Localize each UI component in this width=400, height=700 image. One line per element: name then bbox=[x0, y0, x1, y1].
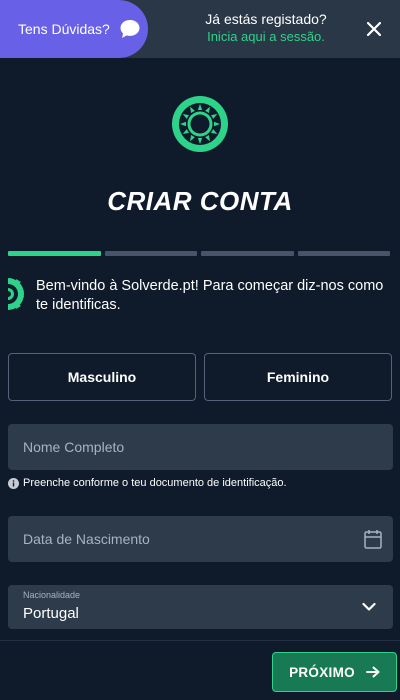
nationality-value: Portugal bbox=[23, 605, 79, 622]
name-hint-text: Preenche conforme o teu documento de ide… bbox=[23, 477, 287, 489]
sun-half-icon bbox=[8, 278, 24, 310]
next-label: PRÓXIMO bbox=[289, 664, 355, 680]
name-hint: Preenche conforme o teu documento de ide… bbox=[8, 477, 287, 489]
help-button[interactable]: Tens Dúvidas? bbox=[0, 0, 148, 58]
footer-bar: PRÓXIMO bbox=[0, 640, 400, 700]
arrow-right-icon bbox=[365, 666, 380, 678]
chat-icon bbox=[120, 20, 140, 38]
nationality-select[interactable]: Nacionalidade Portugal bbox=[8, 585, 393, 629]
full-name-input[interactable] bbox=[8, 424, 393, 470]
gender-female-button[interactable]: Feminino bbox=[204, 353, 392, 401]
login-question: Já estás registado? bbox=[205, 11, 327, 27]
nationality-label: Nacionalidade bbox=[23, 590, 81, 600]
top-bar: Tens Dúvidas? Já estás registado? Inicia… bbox=[0, 0, 400, 58]
sun-logo-icon bbox=[172, 96, 228, 152]
progress-step-1 bbox=[8, 251, 101, 256]
close-icon bbox=[367, 22, 381, 36]
full-name-field-wrapper bbox=[8, 424, 393, 470]
chevron-down-icon bbox=[362, 602, 376, 611]
help-label: Tens Dúvidas? bbox=[18, 21, 110, 37]
gender-male-button[interactable]: Masculino bbox=[8, 353, 196, 401]
progress-step-4 bbox=[297, 251, 390, 256]
login-prompt: Já estás registado? Inicia aqui a sessão… bbox=[196, 11, 336, 45]
welcome-text: Bem-vindo à Solverde.pt! Para começar di… bbox=[36, 278, 384, 313]
birthdate-input[interactable] bbox=[8, 516, 393, 562]
next-button[interactable]: PRÓXIMO bbox=[272, 652, 397, 692]
progress-step-3 bbox=[201, 251, 294, 256]
page-title: CRIAR CONTA bbox=[107, 186, 293, 216]
calendar-icon[interactable] bbox=[364, 529, 382, 549]
info-icon bbox=[8, 477, 19, 489]
progress-step-2 bbox=[104, 251, 197, 256]
close-button[interactable] bbox=[360, 15, 388, 43]
login-link[interactable]: Inicia aqui a sessão. bbox=[196, 28, 336, 45]
registration-page: Tens Dúvidas? Já estás registado? Inicia… bbox=[0, 0, 400, 700]
birthdate-field-wrapper bbox=[8, 516, 393, 562]
step-progress bbox=[8, 251, 390, 256]
welcome-message: Bem-vindo à Solverde.pt! Para começar di… bbox=[8, 277, 388, 315]
